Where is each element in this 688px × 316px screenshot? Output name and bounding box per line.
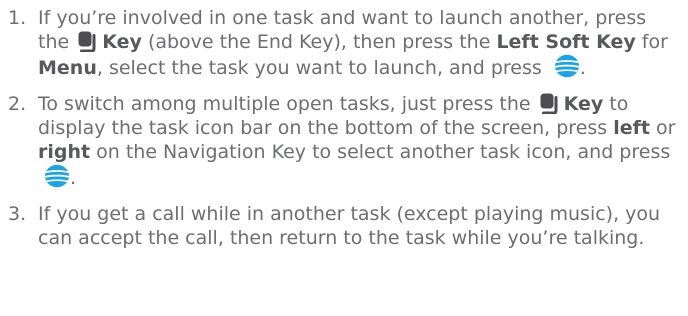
multitask-key-icon [78,31,96,52]
step-text: If you get a call while in another task … [38,202,678,250]
step-number: 3. [8,203,27,225]
bold-term: Left Soft Key [496,31,636,53]
step-number: 1. [8,7,27,29]
bold-term: Key [563,93,604,115]
instruction-steps-list: 1. If you’re involved in one task and wa… [8,6,678,250]
text-run: for [635,31,668,53]
text-run: , select the task you want to launch, an… [96,57,548,79]
instructions-document: 1. If you’re involved in one task and wa… [0,0,688,316]
instruction-step-3: 3. If you get a call while in another ta… [8,202,678,250]
step-number: 2. [8,93,27,115]
text-run: To switch among multiple open tasks, jus… [38,93,537,115]
att-globe-icon [44,164,70,188]
text-run: on the Navigation Key to select another … [90,141,671,163]
text-run: (above the End Key), then press the [141,31,497,53]
step-text: To switch among multiple open tasks, jus… [38,92,678,190]
text-run: . [70,167,77,189]
text-run: or [649,117,676,139]
instruction-step-1: 1. If you’re involved in one task and wa… [8,6,678,80]
text-run: . [579,57,586,79]
bold-term: Menu [38,57,97,79]
att-globe-icon [554,54,579,78]
bold-term: Key [102,31,142,53]
bold-term: left [613,117,650,139]
step-text: If you’re involved in one task and want … [38,6,678,80]
multitask-key-icon [540,93,558,114]
instruction-step-2: 2. To switch among multiple open tasks, … [8,92,678,190]
bold-term: right [38,141,91,163]
text-run: If you get a call while in another task … [38,203,661,249]
